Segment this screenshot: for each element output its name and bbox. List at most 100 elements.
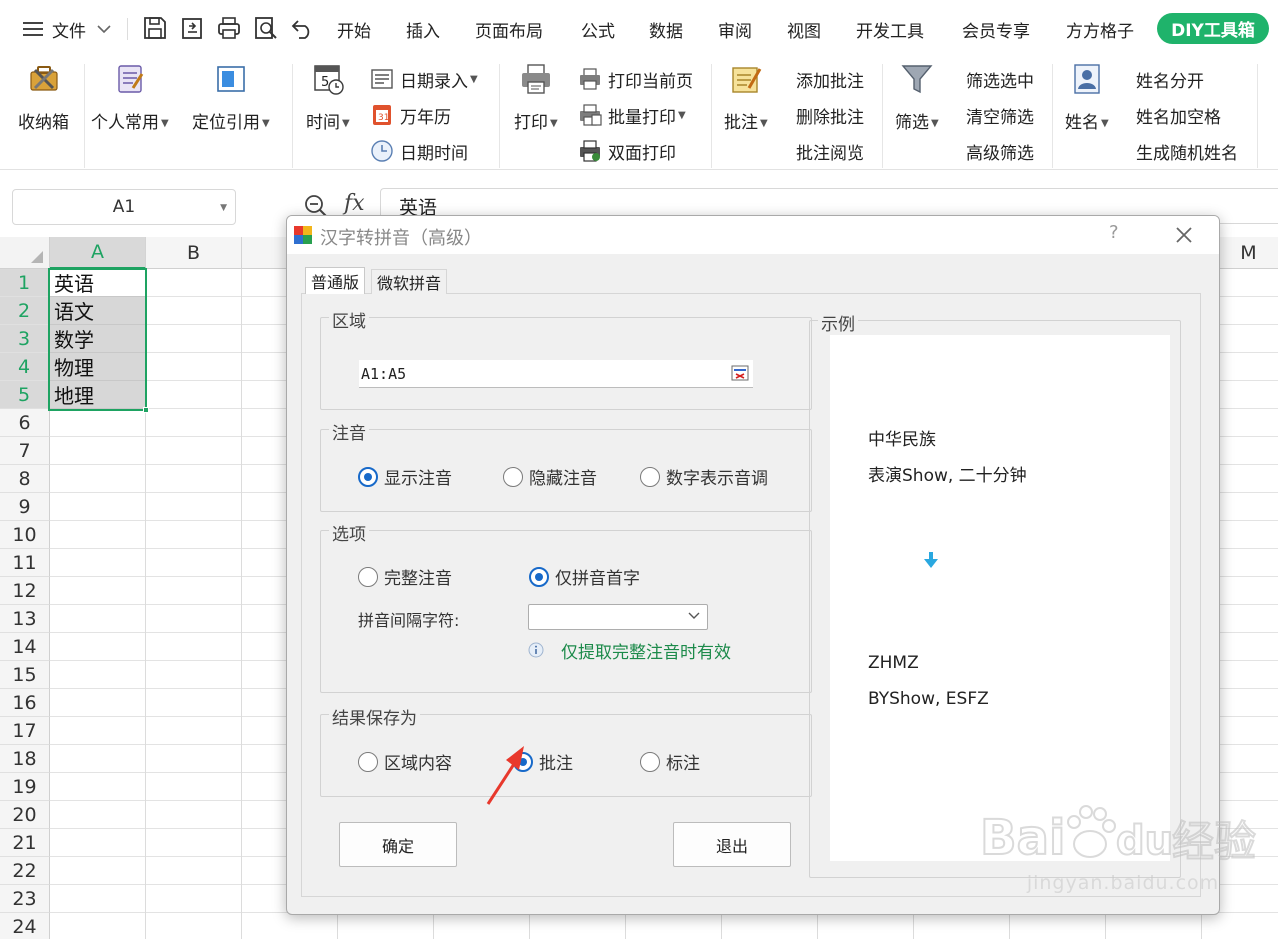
date-entry-button[interactable]: 日期录入 ▼ [370, 66, 478, 92]
options-legend: 选项 [329, 520, 369, 545]
filter-button[interactable]: 筛选 ▼ [895, 62, 939, 133]
row-header[interactable]: 5 [0, 381, 50, 409]
range-input-value: A1:A5 [361, 364, 407, 383]
row-header[interactable]: 17 [0, 717, 50, 745]
print-page-icon [580, 68, 600, 90]
ok-button[interactable]: 确定 [339, 822, 457, 867]
name-add-space-button[interactable]: 姓名加空格 [1136, 102, 1221, 128]
row-header[interactable]: 6 [0, 409, 50, 437]
tab-fangfang[interactable]: 方方格子 [1066, 14, 1134, 44]
filter-selected-button[interactable]: 筛选选中 [966, 66, 1034, 92]
radio-save-label[interactable]: 标注 [640, 749, 700, 774]
row-header[interactable]: 11 [0, 549, 50, 577]
tab-formula[interactable]: 公式 [581, 14, 615, 44]
range-input[interactable]: A1:A5 [359, 360, 753, 388]
row-header[interactable]: 7 [0, 437, 50, 465]
help-button[interactable]: ? [1109, 222, 1119, 243]
tab-developer[interactable]: 开发工具 [856, 14, 924, 44]
print-preview-icon[interactable] [253, 15, 279, 41]
personal-common-button[interactable]: 个人常用 ▼ [91, 62, 169, 133]
tab-microsoft-pinyin[interactable]: 微软拼音 [371, 269, 448, 294]
cell-a5[interactable]: 地理 [50, 381, 146, 409]
row-header[interactable]: 21 [0, 829, 50, 857]
tab-view[interactable]: 视图 [787, 14, 821, 44]
split-name-button[interactable]: 姓名分开 [1136, 66, 1204, 92]
cell-a4[interactable]: 物理 [50, 353, 146, 381]
tab-page-layout[interactable]: 页面布局 [475, 14, 543, 44]
row-header[interactable]: 9 [0, 493, 50, 521]
row-header[interactable]: 8 [0, 465, 50, 493]
time-button[interactable]: 5 时间 ▼ [306, 62, 350, 133]
random-name-button[interactable]: 生成随机姓名 [1136, 138, 1238, 164]
row-header[interactable]: 16 [0, 689, 50, 717]
file-menu[interactable]: 文件 [22, 14, 112, 44]
fx-icon[interactable]: fx [344, 191, 365, 216]
exit-button[interactable]: 退出 [673, 822, 791, 867]
cell-a1[interactable]: 英语 [50, 269, 146, 297]
name-button[interactable]: 姓名 ▼ [1065, 62, 1109, 133]
radio-initials-only[interactable]: 仅拼音首字 [529, 564, 640, 589]
row-header[interactable]: 24 [0, 913, 50, 939]
advanced-filter-button[interactable]: 高级筛选 [966, 138, 1034, 164]
print-current-page-button[interactable]: 打印当前页 [578, 66, 693, 92]
clear-filter-button[interactable]: 清空筛选 [966, 102, 1034, 128]
separator-dropdown[interactable] [528, 604, 708, 630]
tab-home[interactable]: 开始 [337, 14, 371, 44]
radio-numeric-tone[interactable]: 数字表示音调 [640, 464, 768, 489]
row-header[interactable]: 14 [0, 633, 50, 661]
duplex-print-icon [580, 140, 600, 162]
collect-box-button[interactable]: 收纳箱 [18, 62, 69, 133]
locate-reference-button[interactable]: 定位引用 ▼ [192, 62, 270, 133]
tab-standard[interactable]: 普通版 [305, 267, 366, 294]
radio-dot [358, 566, 378, 587]
view-comment-button[interactable]: 批注阅览 [796, 138, 864, 164]
name-box[interactable]: A1 ▼ [12, 189, 236, 225]
tab-review[interactable]: 审阅 [718, 14, 752, 44]
column-header-m[interactable]: M [1218, 237, 1278, 269]
delete-comment-button[interactable]: 删除批注 [796, 102, 864, 128]
radio-full-annotation[interactable]: 完整注音 [358, 564, 452, 589]
cell-a3[interactable]: 数学 [50, 325, 146, 353]
row-header[interactable]: 18 [0, 745, 50, 773]
row-header[interactable]: 13 [0, 605, 50, 633]
range-picker-icon[interactable] [731, 365, 749, 381]
row-header[interactable]: 23 [0, 885, 50, 913]
close-icon[interactable] [1171, 222, 1197, 248]
row-header[interactable]: 20 [0, 801, 50, 829]
caret-down-icon[interactable]: ▼ [220, 203, 227, 213]
row-header[interactable]: 10 [0, 521, 50, 549]
fill-handle[interactable] [143, 407, 149, 413]
column-header-a[interactable]: A [50, 237, 146, 269]
row-header[interactable]: 4 [0, 353, 50, 381]
radio-show-annotation[interactable]: 显示注音 [358, 464, 452, 489]
row-header[interactable]: 3 [0, 325, 50, 353]
comment-button[interactable]: 批注 ▼ [724, 62, 768, 133]
row-header[interactable]: 19 [0, 773, 50, 801]
export-icon[interactable] [180, 15, 206, 41]
tab-data[interactable]: 数据 [649, 14, 683, 44]
column-header-c[interactable] [242, 237, 290, 269]
date-time-button[interactable]: 日期时间 [370, 138, 468, 164]
tab-diy-toolbox[interactable]: DIY工具箱 [1157, 13, 1269, 44]
batch-print-button[interactable]: 批量打印 ▼ [578, 102, 686, 128]
dialog-title-bar[interactable]: 汉字转拼音（高级） ? [287, 216, 1219, 254]
cell-a2[interactable]: 语文 [50, 297, 146, 325]
radio-save-region[interactable]: 区域内容 [358, 749, 452, 774]
duplex-print-button[interactable]: 双面打印 [578, 138, 676, 164]
perpetual-calendar-button[interactable]: 31 万年历 [370, 102, 451, 128]
radio-hide-annotation[interactable]: 隐藏注音 [503, 464, 597, 489]
save-icon[interactable] [142, 15, 168, 41]
print-icon[interactable] [216, 15, 242, 41]
add-comment-button[interactable]: 添加批注 [796, 66, 864, 92]
undo-icon[interactable] [290, 15, 316, 41]
select-all-corner[interactable] [0, 237, 50, 269]
print-button[interactable]: 打印 ▼ [514, 62, 558, 133]
tab-member[interactable]: 会员专享 [962, 14, 1030, 44]
row-header[interactable]: 22 [0, 857, 50, 885]
row-header[interactable]: 12 [0, 577, 50, 605]
row-header[interactable]: 15 [0, 661, 50, 689]
row-header[interactable]: 2 [0, 297, 50, 325]
row-header[interactable]: 1 [0, 269, 50, 297]
tab-insert[interactable]: 插入 [406, 14, 440, 44]
column-header-b[interactable]: B [146, 237, 242, 269]
